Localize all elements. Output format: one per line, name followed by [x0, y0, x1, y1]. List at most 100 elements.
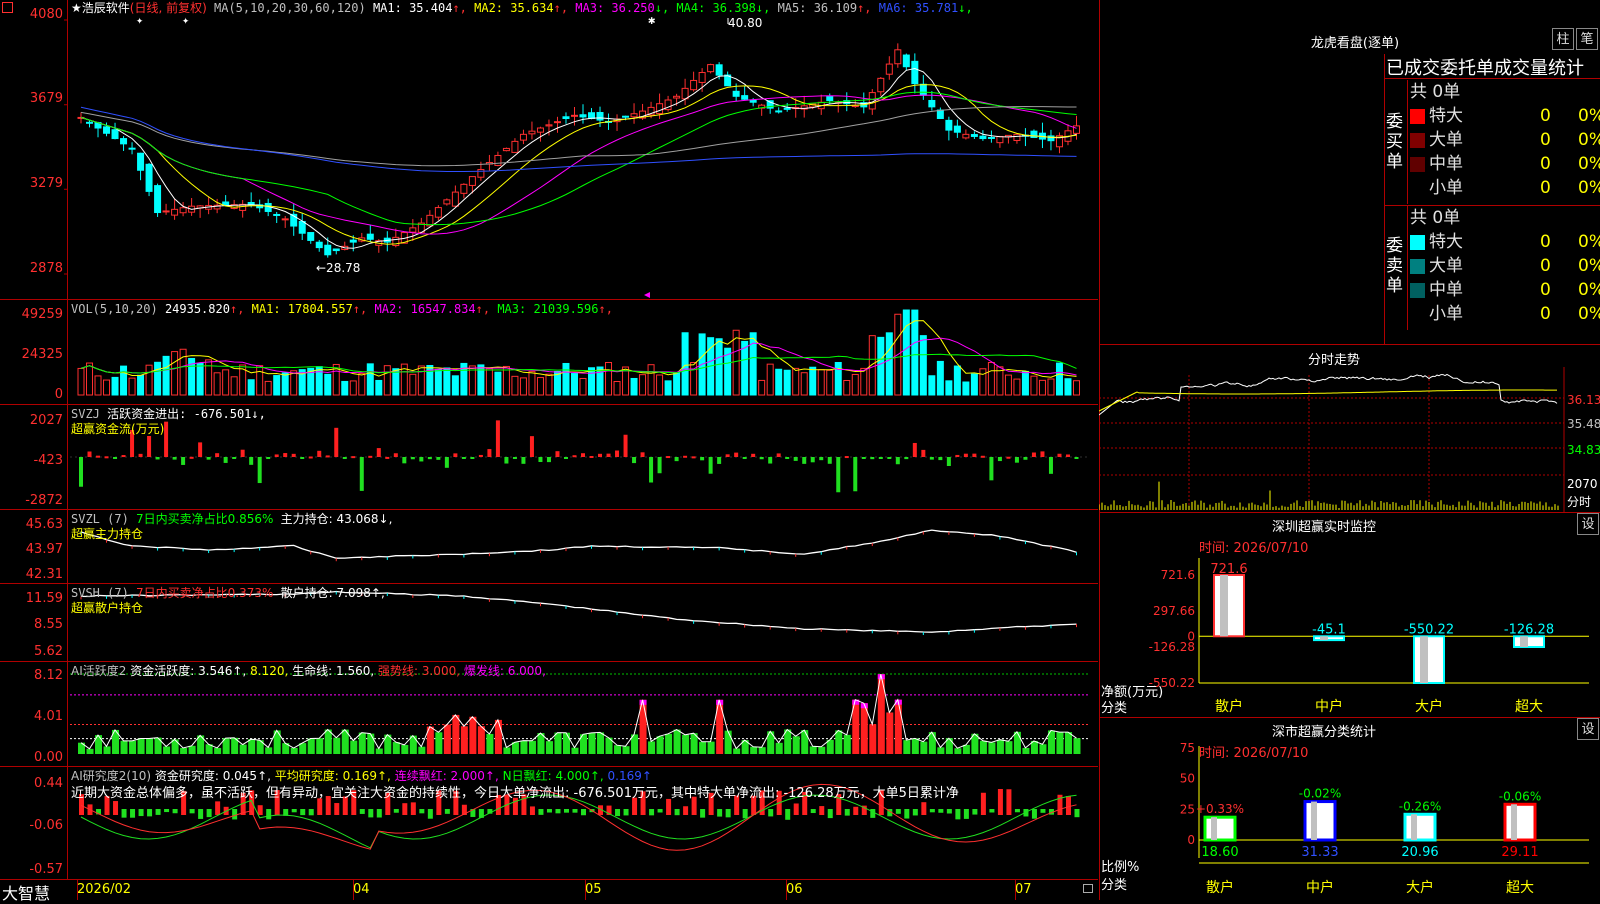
- volume-bar: [145, 364, 153, 396]
- candle-body: [596, 111, 604, 121]
- candle-body: [775, 110, 783, 113]
- flow-bar: [155, 457, 160, 460]
- svzj-legend: SVZJ 活跃资金进出: -676.501↓,: [71, 407, 266, 421]
- bar-mode-button[interactable]: 柱: [1552, 28, 1574, 50]
- candlestick-chart[interactable]: 40.80 ←28.78 ✦ ✦ ✱: [0, 0, 1098, 300]
- research-bar: [1040, 809, 1046, 813]
- price-panel[interactable]: 4080 3679 3279 2878 40.80 ←28.78 ✦ ✦ ✱ ★浩辰软件…: [0, 0, 1098, 300]
- volume-panel[interactable]: 49259 24325 0 VOL(5,10,20) 24935.820↑, M…: [0, 300, 1098, 405]
- candle-body: [715, 64, 723, 76]
- volume-bar: [502, 365, 510, 396]
- monitor-panel[interactable]: 深圳超赢实时监控 设 时间: 2026/07/10 721.6 297.66 0 -1…: [1099, 513, 1600, 718]
- candle-body: [936, 109, 944, 119]
- activity-bar: [1013, 731, 1021, 754]
- classify-category: 超大: [1506, 880, 1534, 896]
- candle-body: [987, 136, 995, 139]
- volume-bar: [647, 364, 655, 396]
- activity-bar: [614, 745, 622, 754]
- intraday-chart[interactable]: [1099, 345, 1600, 513]
- flow-bar: [138, 453, 143, 457]
- monitor-bar-chart[interactable]: 721.6297.660-126.28-550.22721.6散户-45.1中户…: [1099, 513, 1600, 718]
- svzj-panel[interactable]: 2027 -423 -2872 SVZJ 活跃资金进出: -676.501↓, …: [0, 405, 1098, 510]
- flow-bar: [734, 452, 739, 457]
- ai-activity-panel[interactable]: 8.12 4.01 0.00 AI活跃度2 资金活跃度: 3.546↑, 8.1…: [0, 662, 1098, 767]
- activity-bar: [188, 745, 196, 754]
- activity-line: [80, 674, 1077, 750]
- volume-bar: [375, 379, 383, 396]
- research-bar: [410, 802, 416, 815]
- ma-legend-6: MA6: 35.781: [871, 1, 959, 15]
- ai1-activity: 资金活跃度: 3.546↑,: [130, 664, 247, 678]
- ai-research-chart[interactable]: [0, 767, 1098, 880]
- candle-body: [315, 241, 323, 249]
- research-bar: [164, 809, 170, 813]
- research-bar: [232, 809, 238, 820]
- flow-bar: [121, 455, 126, 458]
- monitor-bar-shade: [1220, 575, 1228, 637]
- color-swatch: [1410, 282, 1425, 298]
- classify-bar: [1203, 815, 1237, 842]
- monitor-y-label: 297.66: [1153, 604, 1195, 618]
- candle-body: [732, 90, 740, 97]
- research-bar: [989, 809, 995, 813]
- row-label: 小单: [1429, 178, 1463, 198]
- flow-bar: [1040, 451, 1045, 457]
- classify-panel[interactable]: 深市超赢分类统计 设 时间: 2026/07/10 75 50 25 0 +0.33% 1…: [1099, 718, 1600, 900]
- svsh-header: SVSH (7): [71, 586, 129, 600]
- research-bar: [938, 809, 944, 813]
- flow-bar: [470, 457, 475, 459]
- monitor-category: 散户: [1215, 698, 1243, 715]
- volume-bar: [1064, 378, 1072, 396]
- research-bar: [683, 806, 689, 815]
- flow-bar: [215, 453, 220, 457]
- ai2-research: 资金研究度: 0.045↑,: [154, 769, 271, 783]
- candle-body: [681, 87, 689, 100]
- research-bar: [121, 809, 127, 818]
- row-value: 0: [1540, 280, 1551, 300]
- classify-bar-chart[interactable]: 75 50 25 0 +0.33% 18.60 散户 -0.02% 31.33 中户 -0.26% 2…: [1099, 718, 1600, 900]
- svzl-ratio: 7日内买卖净占比0.856%: [136, 512, 274, 526]
- candle-body: [111, 129, 119, 140]
- buy-total: 共 0单: [1410, 82, 1461, 102]
- svsh-panel[interactable]: 11.59 8.55 5.62 SVSH (7) 7日内买卖净占比0.373% …: [0, 584, 1098, 662]
- activity-bar: [928, 732, 936, 754]
- volume-bar: [264, 380, 272, 396]
- activity-bar: [214, 747, 222, 754]
- flow-bar: [478, 454, 483, 457]
- volume-bar: [1072, 380, 1080, 396]
- activity-bar: [265, 747, 273, 754]
- volume-bar: [834, 361, 842, 396]
- activity-bar: [316, 738, 324, 754]
- ai2-legend: AI研究度2(10) 资金研究度: 0.045↑, 平均研究度: 0.169↑,…: [71, 769, 652, 783]
- volume-bar: [800, 372, 808, 396]
- flow-bar: [368, 455, 373, 458]
- candle-body: [826, 95, 834, 102]
- ai-research-panel[interactable]: 0.44 -0.06 -0.57 AI研究度2(10) 资金研究度: 0.045…: [0, 767, 1098, 880]
- row-pct: 0%: [1578, 154, 1600, 174]
- activity-bar: [903, 740, 911, 754]
- research-bar: [376, 809, 382, 818]
- color-swatch: [1410, 258, 1425, 274]
- activity-bar: [367, 733, 375, 754]
- lock-icon[interactable]: [1083, 884, 1093, 893]
- svzl-panel[interactable]: 45.63 43.97 42.31 SVZL (7) 7日内买卖净占比0.856…: [0, 510, 1098, 584]
- volume-bar: [128, 377, 136, 396]
- candle-body: [443, 199, 451, 205]
- activity-bar: [443, 724, 451, 754]
- research-bar: [921, 802, 927, 815]
- tick-mode-button[interactable]: 笔: [1576, 28, 1598, 50]
- volume-bar: [434, 368, 442, 396]
- flow-bar: [436, 457, 441, 460]
- research-bar: [266, 809, 272, 820]
- candle-body: [919, 83, 927, 96]
- activity-bar: [699, 741, 707, 754]
- volume-bar: [1047, 378, 1055, 396]
- candle-body: [536, 127, 544, 133]
- flow-bar: [742, 457, 747, 459]
- activity-bar: [333, 737, 341, 754]
- x-label: 05: [585, 882, 602, 897]
- flow-bar: [785, 457, 790, 459]
- row-value: 0: [1540, 256, 1551, 276]
- flow-bar: [895, 457, 900, 465]
- intraday-panel[interactable]: 分时走势 36.13 35.48 34.83 2070 分时: [1099, 345, 1600, 513]
